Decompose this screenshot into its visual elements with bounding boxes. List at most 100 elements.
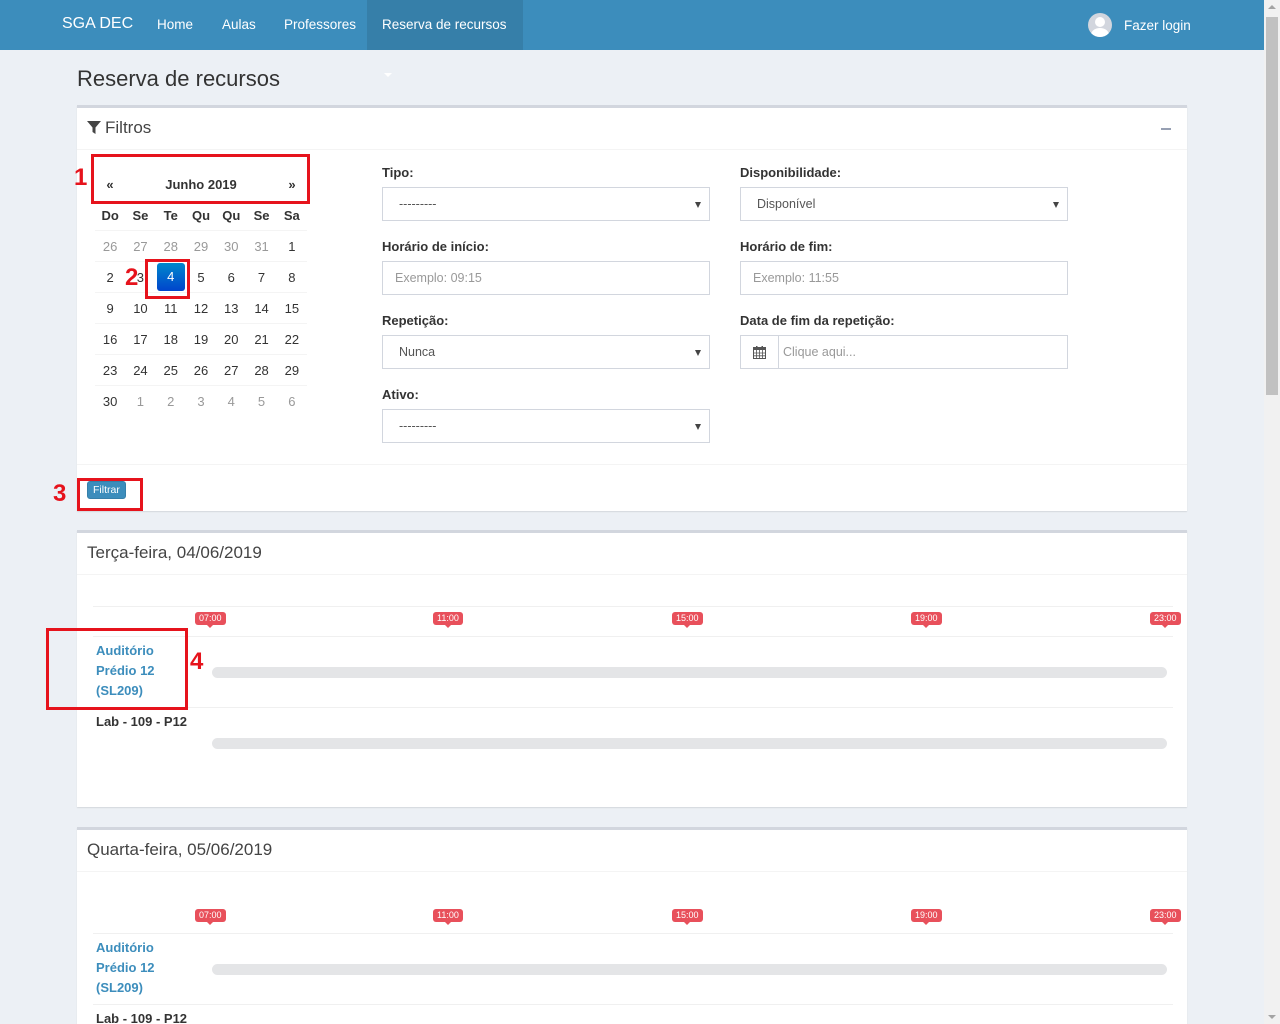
calendar-day[interactable]: 14 [246, 301, 276, 316]
calendar-day[interactable]: 6 [277, 394, 307, 409]
calendar-week-row: 16 17 18 19 20 21 22 [95, 323, 307, 354]
calendar-day[interactable]: 16 [95, 332, 125, 347]
calendar-day[interactable]: 18 [156, 332, 186, 347]
availability-bar[interactable] [212, 964, 1167, 975]
calendar-day[interactable]: 28 [156, 239, 186, 254]
calendar-week-row: 23 24 25 26 27 28 29 [95, 354, 307, 385]
weekday-label: Qu [191, 207, 211, 223]
calendar-day[interactable]: 8 [277, 270, 307, 285]
calendar-week-row: 9 10 11 12 13 14 15 [95, 292, 307, 323]
calendar-day[interactable]: 5 [246, 394, 276, 409]
resource-name-line: Auditório [96, 940, 154, 955]
calendar-day[interactable]: 15 [277, 301, 307, 316]
calendar-day[interactable]: 24 [125, 363, 155, 378]
day-box-header: Terça-feira, 04/06/2019 [77, 533, 1187, 575]
data-fim-repeticao-input-group[interactable]: Clique aqui... [740, 335, 1068, 369]
disponibilidade-select-value: Disponível [757, 197, 816, 211]
timeline-divider [93, 707, 1173, 708]
calendar-day[interactable]: 28 [246, 363, 276, 378]
nav-reserva-recursos-dropdown[interactable]: Reserva de recursos [367, 0, 523, 78]
scroll-down-arrow-icon[interactable] [1268, 1015, 1276, 1019]
hour-marker: 15:00 [672, 612, 703, 628]
ativo-select[interactable]: --------- [382, 409, 710, 443]
calendar-day[interactable]: 3 [186, 394, 216, 409]
weekday-label: Sa [283, 207, 300, 223]
calendar-day[interactable]: 31 [246, 239, 276, 254]
day-schedule-box: Terça-feira, 04/06/2019 07:00 11:00 15:0… [77, 530, 1187, 807]
resource-label-lab: Lab - 109 - P12 [96, 714, 188, 729]
calendar-icon [753, 345, 766, 359]
calendar-day[interactable]: 9 [95, 301, 125, 316]
hour-marker: 15:00 [672, 909, 703, 925]
calendar-day[interactable]: 17 [125, 332, 155, 347]
calendar-day[interactable]: 26 [186, 363, 216, 378]
data-fim-repeticao-label: Data de fim da repetição: [740, 313, 895, 328]
page-scrollbar[interactable] [1264, 0, 1280, 1024]
calendar-day[interactable]: 1 [125, 394, 155, 409]
page-title: Reserva de recursos [77, 66, 280, 91]
hour-marker: 19:00 [911, 909, 942, 925]
data-fim-repeticao-input[interactable]: Clique aqui... [779, 336, 856, 368]
calendar-day[interactable]: 2 [95, 270, 125, 285]
resource-link-auditorio[interactable]: Auditório Prédio 12 (SL209) [96, 938, 155, 998]
calendar-day[interactable]: 22 [277, 332, 307, 347]
calendar-day[interactable]: 27 [125, 239, 155, 254]
repeticao-select[interactable]: Nunca [382, 335, 710, 369]
nav-professores[interactable]: Professores [269, 0, 371, 50]
timeline-divider [93, 1004, 1173, 1005]
hour-marker: 07:00 [195, 909, 226, 925]
calendar-day[interactable]: 23 [95, 363, 125, 378]
calendar-day[interactable]: 2 [156, 394, 186, 409]
calendar-day[interactable]: 29 [186, 239, 216, 254]
calendar-day[interactable]: 7 [246, 270, 276, 285]
calendar-day[interactable]: 12 [186, 301, 216, 316]
nav-reserva-recursos-label: Reserva de recursos [382, 17, 507, 32]
ativo-select-value: --------- [399, 419, 437, 433]
disponibilidade-select[interactable]: Disponível [740, 187, 1068, 221]
calendar-day[interactable]: 10 [125, 301, 155, 316]
calendar-day[interactable]: 30 [216, 239, 246, 254]
calendar-day[interactable]: 29 [277, 363, 307, 378]
scroll-up-arrow-icon[interactable] [1268, 5, 1276, 9]
calendar-day[interactable]: 6 [216, 270, 246, 285]
scrollbar-thumb[interactable] [1266, 17, 1278, 395]
calendar-week-row: 26 27 28 29 30 31 1 [95, 230, 307, 261]
horario-inicio-input[interactable]: Exemplo: 09:15 [382, 261, 710, 295]
day-schedule-box: Quarta-feira, 05/06/2019 07:00 11:00 15:… [77, 827, 1187, 1024]
tipo-select[interactable]: --------- [382, 187, 710, 221]
date-picker-calendar: « Junho 2019 » Do Se Te Qu Qu Se Sa 26 2… [95, 168, 307, 416]
nav-home[interactable]: Home [142, 0, 208, 50]
calendar-day[interactable]: 21 [246, 332, 276, 347]
calendar-day[interactable]: 1 [277, 239, 307, 254]
availability-bar[interactable] [212, 738, 1167, 749]
calendar-day[interactable]: 26 [95, 239, 125, 254]
nav-aulas[interactable]: Aulas [207, 0, 271, 50]
availability-bar[interactable] [212, 667, 1167, 678]
annotation-box-2 [145, 259, 190, 299]
hour-marker: 07:00 [195, 612, 226, 628]
day-box-header: Quarta-feira, 05/06/2019 [77, 830, 1187, 872]
calendar-day[interactable]: 20 [216, 332, 246, 347]
login-link[interactable]: Fazer login [1088, 13, 1191, 37]
annotation-number-1: 1 [74, 164, 88, 191]
brand-logo[interactable]: SGA DEC [62, 15, 133, 33]
weekday-label: Se [132, 207, 149, 223]
calendar-day[interactable]: 19 [186, 332, 216, 347]
calendar-day[interactable]: 25 [156, 363, 186, 378]
calendar-day[interactable]: 13 [216, 301, 246, 316]
timeline-divider [93, 636, 1173, 637]
horario-fim-input[interactable]: Exemplo: 11:55 [740, 261, 1068, 295]
calendar-day[interactable]: 30 [95, 394, 125, 409]
horario-inicio-label: Horário de início: [382, 239, 489, 254]
calendar-day[interactable]: 27 [216, 363, 246, 378]
repeticao-label: Repetição: [382, 313, 449, 328]
calendar-addon[interactable] [741, 336, 779, 368]
calendar-day[interactable]: 4 [216, 394, 246, 409]
hour-marker: 11:00 [433, 612, 463, 628]
calendar-day[interactable]: 11 [156, 301, 186, 316]
collapse-minus-icon[interactable] [1161, 128, 1171, 130]
calendar-weekday-row: Do Se Te Qu Qu Se Sa [95, 200, 307, 230]
resource-name-line: Prédio 12 [96, 960, 155, 975]
weekday-label: Te [163, 207, 178, 223]
calendar-day[interactable]: 5 [186, 270, 216, 285]
